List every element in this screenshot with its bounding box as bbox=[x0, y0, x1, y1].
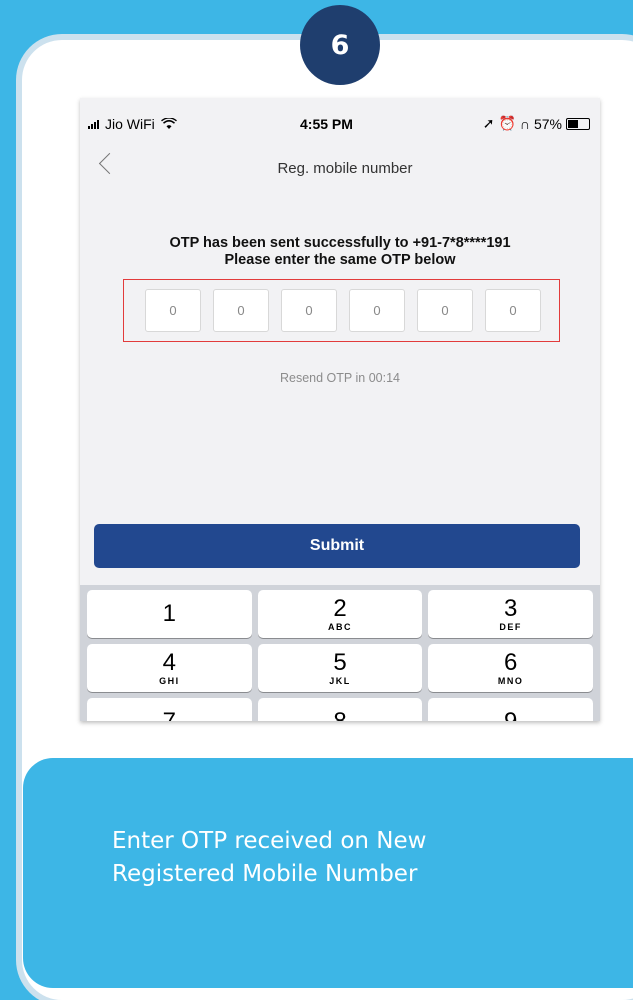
alarm-icon: ⏰ bbox=[498, 115, 516, 131]
caption-line1: Enter OTP received on New bbox=[112, 828, 427, 854]
key-8[interactable]: 8 bbox=[257, 698, 423, 721]
otp-digit-input[interactable]: 0 bbox=[213, 289, 269, 332]
otp-input-group: 0 0 0 0 0 0 bbox=[145, 289, 541, 332]
status-right: ➚ ⏰ ∩ 57% bbox=[483, 115, 590, 132]
otp-message-line2: Please enter the same OTP below bbox=[224, 252, 456, 268]
otp-digit-input[interactable]: 0 bbox=[485, 289, 541, 332]
phone-screenshot: Jio WiFi 4:55 PM ➚ ⏰ ∩ 57% Reg. mobile n… bbox=[80, 98, 600, 721]
status-left: Jio WiFi bbox=[88, 116, 177, 132]
otp-digit-input[interactable]: 0 bbox=[281, 289, 337, 332]
key-number: 6 bbox=[503, 648, 518, 676]
key-letters: GHI bbox=[159, 675, 180, 686]
submit-button[interactable]: Submit bbox=[94, 524, 580, 568]
key-number: 4 bbox=[162, 648, 176, 676]
key-number: 2 bbox=[333, 594, 347, 622]
numeric-keypad: 1 2 ABC 3 DEF 4 GHI 5 JKL 6 MNO 7 8 9 bbox=[80, 585, 600, 721]
key-3[interactable]: 3 DEF bbox=[428, 590, 593, 638]
key-6[interactable]: 6 MNO bbox=[428, 644, 593, 692]
key-number: 9 bbox=[503, 707, 518, 721]
step-number-badge: 6 bbox=[300, 5, 380, 85]
nav-bar: Reg. mobile number bbox=[80, 138, 600, 194]
wifi-icon bbox=[160, 118, 177, 129]
carrier-name: Jio WiFi bbox=[105, 116, 155, 132]
key-number: 7 bbox=[162, 707, 176, 721]
otp-digit-input[interactable]: 0 bbox=[417, 289, 473, 332]
status-bar: Jio WiFi 4:55 PM ➚ ⏰ ∩ 57% bbox=[80, 98, 600, 136]
key-9[interactable]: 9 bbox=[428, 698, 593, 721]
key-5[interactable]: 5 JKL bbox=[257, 644, 423, 692]
key-letters: JKL bbox=[329, 675, 351, 686]
key-letters: ABC bbox=[327, 621, 352, 632]
keypad-grid: 1 2 ABC 3 DEF 4 GHI 5 JKL 6 MNO 7 8 9 bbox=[87, 590, 593, 721]
location-icon: ➚ bbox=[482, 115, 495, 131]
key-7[interactable]: 7 bbox=[87, 698, 252, 721]
battery-icon bbox=[566, 117, 590, 130]
key-letters: MNO bbox=[497, 675, 524, 686]
signal-icon bbox=[88, 119, 99, 129]
key-letters: DEF bbox=[499, 621, 522, 632]
key-number: 1 bbox=[162, 599, 176, 627]
key-4[interactable]: 4 GHI bbox=[87, 644, 252, 692]
page-title: Reg. mobile number bbox=[277, 160, 413, 177]
key-2[interactable]: 2 ABC bbox=[257, 590, 423, 638]
otp-message-line1: OTP has been sent successfully to +91-7*… bbox=[169, 235, 511, 251]
key-number: 8 bbox=[333, 707, 347, 721]
key-1[interactable]: 1 bbox=[87, 590, 252, 638]
battery-percent: 57% bbox=[533, 115, 562, 132]
step-number: 6 bbox=[330, 29, 350, 61]
key-number: 5 bbox=[333, 648, 347, 676]
instruction-caption: Enter OTP received on New Registered Mob… bbox=[112, 825, 592, 891]
headphones-icon: ∩ bbox=[519, 115, 530, 132]
otp-digit-input[interactable]: 0 bbox=[145, 289, 201, 332]
resend-otp-timer: Resend OTP in 00:14 bbox=[280, 371, 400, 385]
caption-line2: Registered Mobile Number bbox=[112, 861, 418, 887]
status-time: 4:55 PM bbox=[300, 116, 353, 132]
key-number: 3 bbox=[503, 594, 518, 622]
otp-digit-input[interactable]: 0 bbox=[349, 289, 405, 332]
otp-message: OTP has been sent successfully to +91-7*… bbox=[80, 235, 600, 269]
